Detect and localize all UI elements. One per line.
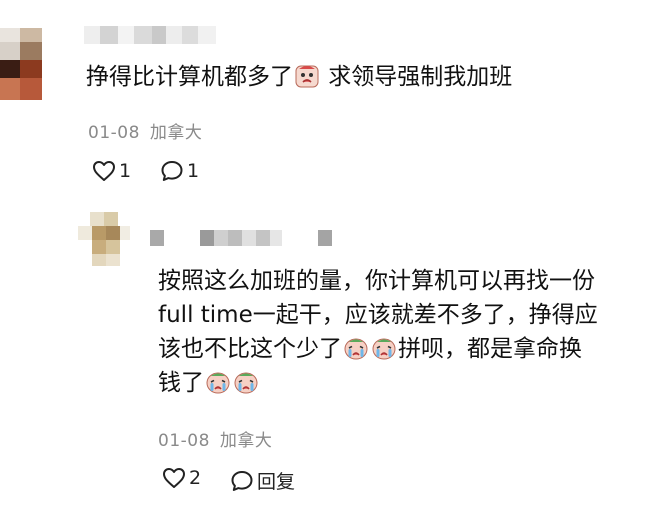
crying-face-sticker-icon [344, 338, 368, 360]
reply-text-part: 钱了 [158, 370, 204, 396]
reply-avatar[interactable] [78, 212, 130, 266]
heart-icon [93, 161, 115, 181]
reply-like-button[interactable]: 2 [162, 467, 201, 489]
comment-text-part: 挣得比计算机都多了 [86, 64, 293, 90]
reply-text-part: 拼呗，都是拿命换 [398, 336, 582, 362]
comment-location: 加拿大 [149, 123, 203, 143]
comment-text: 挣得比计算机都多了 求领导强制我加班 [86, 60, 512, 94]
reply-date: 01-08 [158, 431, 210, 451]
comment-text-part: 求领导强制我加班 [321, 64, 513, 90]
reply-count: 1 [187, 160, 200, 182]
username-redacted[interactable] [84, 26, 234, 46]
reply-text-part: 该也不比这个少了 [158, 336, 342, 362]
comment-meta: 01-08 加拿大 [88, 118, 202, 143]
reply-text-line: full time一起干，应该就差不多了，挣得应 [158, 302, 598, 328]
heart-icon [163, 468, 185, 488]
crying-face-sticker-icon [295, 65, 319, 88]
like-button[interactable]: 1 [92, 160, 131, 182]
like-count: 1 [119, 160, 132, 182]
crying-face-sticker-icon [372, 338, 396, 360]
reply-label: 回复 [257, 471, 296, 493]
reply-username-redacted[interactable] [150, 228, 340, 250]
reply-reply-button[interactable]: 回复 [230, 467, 295, 494]
reply-text: 按照这么加班的量，你计算机可以再找一份 full time一起干，应该就差不多了… [158, 264, 628, 400]
reply-text-line: 按照这么加班的量，你计算机可以再找一份 [158, 268, 595, 294]
reply-button[interactable]: 1 [160, 160, 199, 182]
comment-date: 01-08 [88, 123, 140, 143]
comment-bubble-icon [161, 161, 183, 181]
reply-meta: 01-08 加拿大 [158, 426, 272, 451]
reply-text-line: 该也不比这个少了 拼呗，都是拿命换 [158, 332, 628, 366]
reply-like-count: 2 [189, 467, 202, 489]
comment-bubble-icon [231, 470, 253, 491]
crying-face-sticker-icon [206, 372, 230, 394]
crying-face-sticker-icon [234, 372, 258, 394]
reply-text-line: 钱了 [158, 366, 628, 400]
reply-location: 加拿大 [219, 431, 273, 451]
avatar[interactable] [0, 28, 46, 102]
